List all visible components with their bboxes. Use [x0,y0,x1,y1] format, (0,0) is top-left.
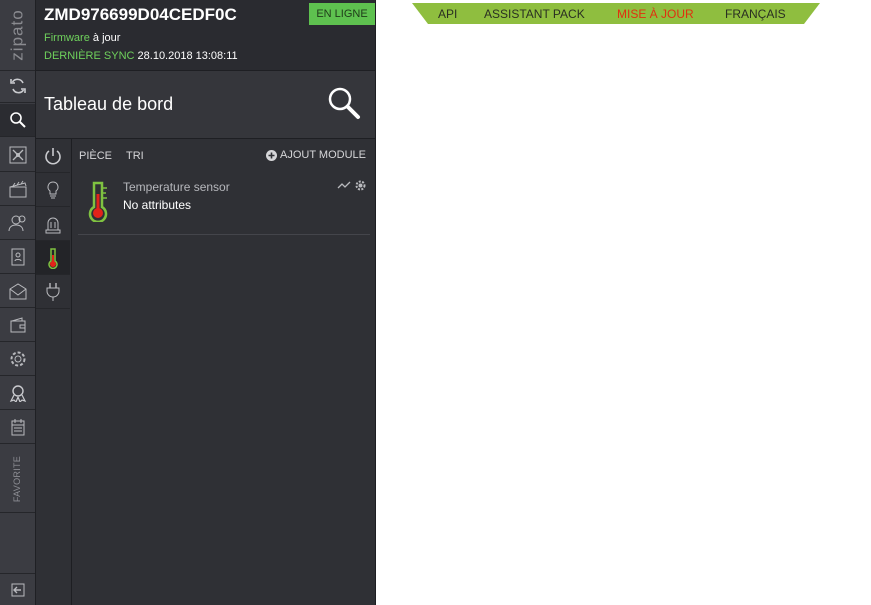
settings-icon [10,351,25,367]
device-id: ZMD976699D04CEDF0C [44,5,237,24]
nav-api[interactable]: API [438,7,457,21]
gear-icon[interactable] [355,180,366,191]
device-thermometer [86,180,110,227]
device-list-area: PIÈCE TRI AJOUT MODULE Temperature sensor… [72,139,375,605]
users-icon [8,215,25,232]
favorite-tab[interactable]: FAVORITE [0,445,35,513]
thermometer-icon [48,247,58,269]
alarm-icon [45,217,61,233]
bulb-icon [47,180,59,198]
left-rail: zipato FAVORITE [0,0,36,605]
plug-icon [46,282,60,301]
magnifier-icon [328,87,360,119]
logout-button[interactable] [0,573,35,605]
network-button[interactable] [0,139,35,172]
chart-icon[interactable] [337,180,351,190]
plus-circle-icon [266,149,278,161]
badge-button[interactable] [0,377,35,410]
top-nav: API ASSISTANT PACK MISE À JOUR FRANÇAIS [412,3,820,24]
sync-value: 28.10.2018 13:08:11 [137,50,238,62]
zipato-logo: zipato [0,0,35,71]
category-plugs[interactable] [36,275,70,309]
controller-header: ZMD976699D04CEDF0C EN LIGNE Firmware à j… [36,0,375,71]
nav-assistant-pack[interactable]: ASSISTANT PACK [484,7,585,21]
power-icon [45,147,61,164]
contacts-button[interactable] [0,241,35,274]
page-title: Tableau de bord [44,94,174,114]
logo-text: zipato [7,9,27,61]
logout-icon [11,583,24,596]
network-icon [9,146,26,164]
category-rail [36,139,72,605]
sync-icon [9,78,26,94]
dashboard-panel: ZMD976699D04CEDF0C EN LIGNE Firmware à j… [36,0,376,605]
search-button[interactable] [326,85,362,126]
firmware-label: Firmware [44,32,90,44]
wallet-button[interactable] [0,309,35,342]
mail-icon [9,283,26,300]
category-climate[interactable] [36,241,70,275]
wallet-icon [10,317,25,333]
nav-language[interactable]: FRANÇAIS [725,7,786,21]
sync-button[interactable] [0,70,35,103]
top-nav-items: API ASSISTANT PACK MISE À JOUR FRANÇAIS [412,3,820,24]
settings-button[interactable] [0,343,35,376]
sync-status: DERNIÈRE SYNC 28.10.2018 13:08:11 [44,50,238,62]
badge-icon [9,385,26,402]
device-actions [337,180,366,191]
users-button[interactable] [0,207,35,240]
tab-room[interactable]: PIÈCE [79,150,112,162]
thermometer-icon [88,181,108,224]
category-power[interactable] [36,139,70,173]
title-bar: Tableau de bord [36,71,375,139]
calendar-icon [11,419,24,436]
contacts-icon [11,248,24,266]
device-name: Temperature sensor [123,180,230,194]
add-module-label: AJOUT MODULE [280,149,366,161]
list-tabs: PIÈCE TRI [79,150,158,162]
favorite-label: FAVORITE [12,455,23,502]
calendar-button[interactable] [0,411,35,444]
sync-label: DERNIÈRE SYNC [44,50,135,62]
add-module-button[interactable]: AJOUT MODULE [266,149,366,161]
category-alarm[interactable] [36,207,70,241]
tab-sort[interactable]: TRI [126,150,144,162]
search-icon [9,112,26,128]
device-card[interactable]: Temperature sensor No attributes [78,172,370,235]
nav-update[interactable]: MISE À JOUR [617,7,694,21]
device-attributes: No attributes [123,198,192,212]
search-nav-button[interactable] [0,104,35,137]
scenes-button[interactable] [0,173,35,206]
category-lights[interactable] [36,173,70,207]
mail-button[interactable] [0,275,35,308]
scenes-icon [9,180,26,198]
status-badge: EN LIGNE [309,3,375,25]
firmware-status: Firmware à jour [44,32,120,44]
firmware-value: à jour [92,32,121,44]
